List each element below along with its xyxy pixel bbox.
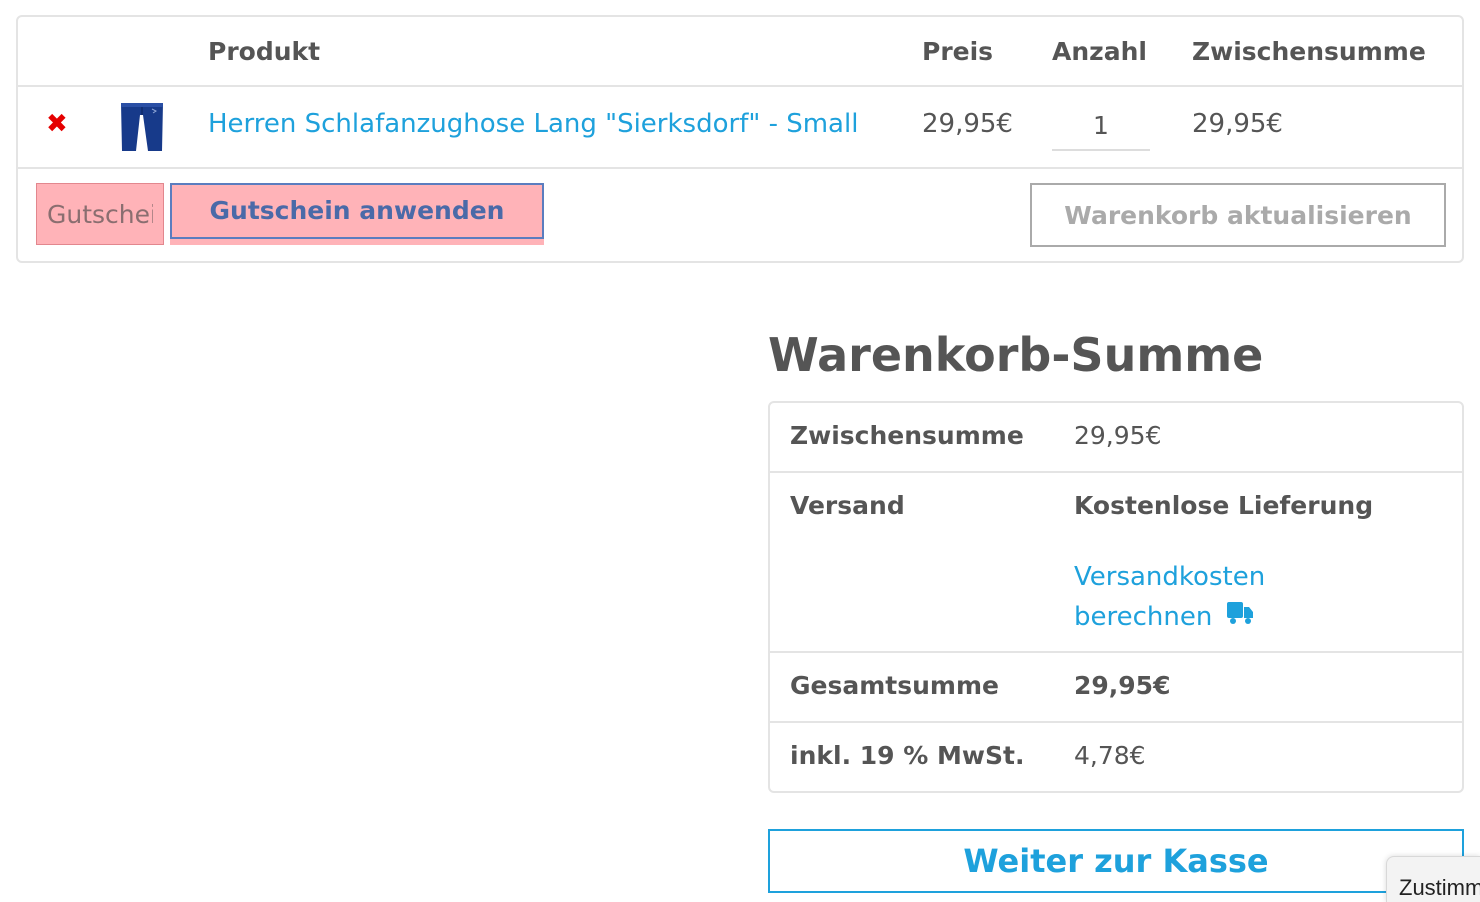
totals-row-total: Gesamtsumme 29,95€	[770, 653, 1462, 723]
subtotal-label: Zwischensumme	[790, 421, 1024, 450]
cart-totals-table: Zwischensumme 29,95€ Versand Kostenlose …	[768, 401, 1464, 793]
close-icon: ✖	[46, 109, 68, 139]
product-thumbnail[interactable]	[118, 101, 166, 153]
header-product: Produkt	[208, 37, 321, 66]
coupon-code-input[interactable]	[36, 183, 164, 245]
total-label: Gesamtsumme	[790, 671, 999, 700]
header-subtotal: Zwischensumme	[1192, 37, 1426, 66]
item-subtotal: 29,95€	[1192, 109, 1283, 139]
quantity-input[interactable]	[1052, 101, 1150, 151]
cart-totals-title: Warenkorb-Summe	[768, 328, 1264, 382]
shipping-label: Versand	[790, 491, 905, 520]
subtotal-value: 29,95€	[1074, 421, 1162, 450]
truck-icon	[1226, 598, 1254, 638]
totals-row-tax: inkl. 19 % MwSt. 4,78€	[770, 723, 1462, 793]
cart-actions-row: Gutschein anwenden Warenkorb aktualisier…	[18, 169, 1462, 263]
header-price: Preis	[922, 37, 994, 66]
apply-coupon-label: Gutschein anwenden	[170, 183, 544, 239]
totals-row-shipping: Versand Kostenlose Lieferung Versandkost…	[770, 473, 1462, 653]
calculate-shipping-line1: Versandkosten	[1074, 562, 1266, 592]
calculate-shipping-link[interactable]: Versandkosten berechnen	[1074, 557, 1265, 638]
tax-value: 4,78€	[1074, 741, 1146, 770]
cart-header-row: Produkt Preis Anzahl Zwischensumme	[18, 17, 1462, 87]
product-name-link[interactable]: Herren Schlafanzughose Lang "Sierksdorf"…	[208, 109, 858, 139]
tax-label: inkl. 19 % MwSt.	[790, 741, 1025, 770]
cart-item-row: ✖ Herren Schlafanzughose Lang "Sierksdor…	[18, 87, 1462, 169]
calculate-shipping-line2: berechnen	[1074, 602, 1213, 632]
remove-item-button[interactable]: ✖	[46, 111, 70, 137]
item-price: 29,95€	[922, 109, 1013, 139]
proceed-to-checkout-button[interactable]: Weiter zur Kasse	[768, 829, 1464, 893]
apply-coupon-button[interactable]: Gutschein anwenden	[170, 183, 544, 245]
header-quantity: Anzahl	[1052, 37, 1147, 66]
consent-tab[interactable]: Zustimmungen	[1386, 856, 1480, 902]
shipping-value: Kostenlose Lieferung	[1074, 491, 1374, 520]
totals-row-subtotal: Zwischensumme 29,95€	[770, 403, 1462, 473]
consent-label: Zustimmungen	[1399, 875, 1480, 900]
update-cart-button[interactable]: Warenkorb aktualisieren	[1030, 183, 1446, 247]
total-value: 29,95€	[1074, 671, 1171, 700]
cart-table: Produkt Preis Anzahl Zwischensumme ✖ Her…	[16, 15, 1464, 263]
